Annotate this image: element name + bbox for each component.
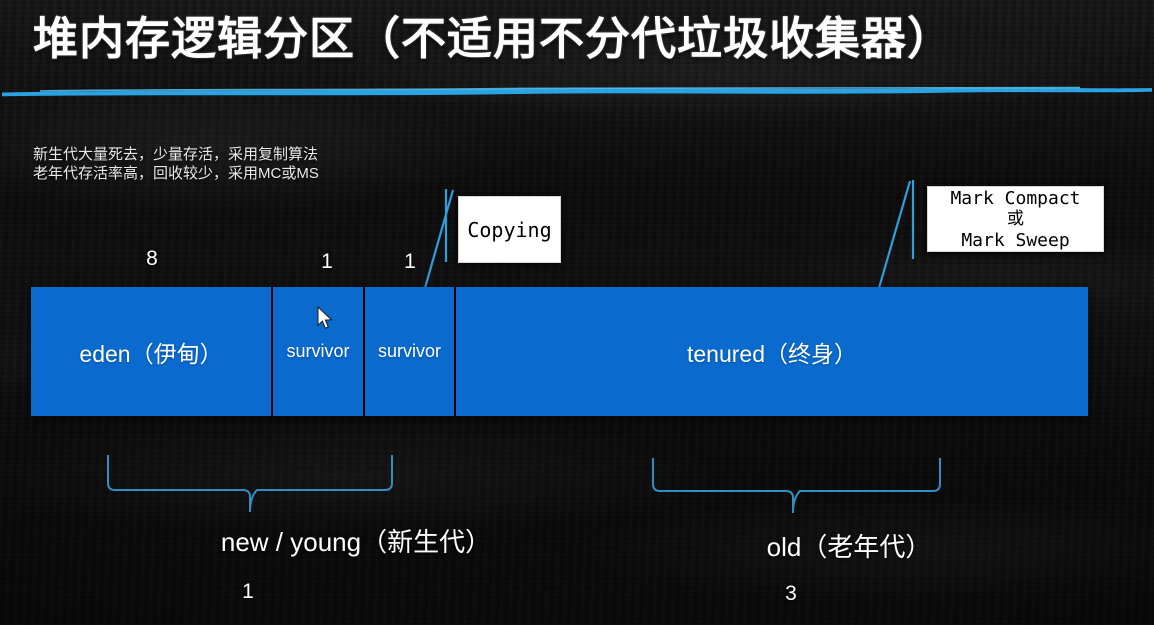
heap-segment-survivor-1-label: survivor [286, 341, 350, 361]
group-ratio-old: 3 [785, 582, 797, 605]
callout-mark-line-2: 或 [1007, 208, 1024, 229]
callout-mark-line-1: Mark Compact [950, 187, 1081, 209]
heap-segment-eden[interactable]: eden（伊甸） [31, 287, 273, 416]
notes-line-2: 老年代存活率高，回收较少，采用MC或MS [33, 165, 319, 182]
group-label-young: new / young（新生代） [220, 527, 492, 557]
mouse-pointer-icon [317, 306, 333, 329]
slide-canvas: 堆内存逻辑分区（不适用不分代垃圾收集器） 新生代大量死去，少量存活，采用复制算法… [0, 0, 1154, 625]
group-label-old: old（老年代） [766, 532, 932, 562]
title-underline-brushstroke [2, 86, 1152, 97]
heap-segment-tenured-label: tenured（终身） [686, 340, 857, 367]
group-ratio-young: 1 [242, 580, 254, 603]
callout-mark: Mark Compact 或 Mark Sweep [927, 186, 1104, 252]
brace-old [652, 458, 941, 514]
notes-block: 新生代大量死去，少量存活，采用复制算法 老年代存活率高，回收较少，采用MC或MS [33, 145, 319, 183]
heap-segment-tenured[interactable]: tenured（终身） [456, 287, 1088, 416]
heap-segment-eden-label: eden（伊甸） [79, 340, 223, 367]
slide-title: 堆内存逻辑分区（不适用不分代垃圾收集器） [33, 13, 954, 64]
ratio-label-eden: 8 [146, 247, 158, 270]
ratio-label-survivor-1: 1 [321, 250, 333, 273]
callout-copying: Copying [458, 196, 561, 263]
heap-segment-survivor-2[interactable]: survivor [365, 287, 456, 416]
brace-young [107, 455, 393, 513]
ratio-label-survivor-2: 1 [404, 250, 416, 273]
callout-mark-line-3: Mark Sweep [961, 229, 1070, 251]
heap-memory-bar: eden（伊甸） survivor survivor tenured（终身） [31, 287, 1088, 416]
notes-line-1: 新生代大量死去，少量存活，采用复制算法 [33, 146, 319, 163]
callout-copying-text: Copying [467, 217, 552, 242]
heap-segment-survivor-2-label: survivor [377, 341, 441, 361]
